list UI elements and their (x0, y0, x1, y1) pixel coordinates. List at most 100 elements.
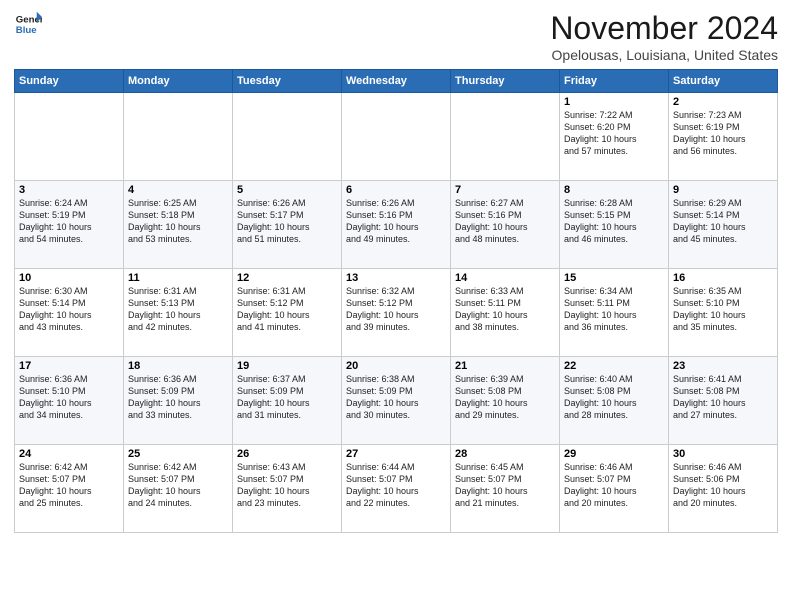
calendar-week-row: 24Sunrise: 6:42 AM Sunset: 5:07 PM Dayli… (15, 445, 778, 533)
calendar-cell: 24Sunrise: 6:42 AM Sunset: 5:07 PM Dayli… (15, 445, 124, 533)
day-info: Sunrise: 6:35 AM Sunset: 5:10 PM Dayligh… (673, 285, 773, 334)
calendar-cell: 25Sunrise: 6:42 AM Sunset: 5:07 PM Dayli… (124, 445, 233, 533)
day-of-week-header: Saturday (669, 70, 778, 93)
calendar-cell: 6Sunrise: 6:26 AM Sunset: 5:16 PM Daylig… (342, 181, 451, 269)
day-number: 8 (564, 184, 664, 196)
day-info: Sunrise: 6:31 AM Sunset: 5:12 PM Dayligh… (237, 285, 337, 334)
calendar-cell (342, 93, 451, 181)
header: General Blue General Blue November 2024 … (14, 10, 778, 63)
calendar-cell (124, 93, 233, 181)
day-info: Sunrise: 6:46 AM Sunset: 5:06 PM Dayligh… (673, 461, 773, 510)
day-info: Sunrise: 6:26 AM Sunset: 5:17 PM Dayligh… (237, 197, 337, 246)
day-info: Sunrise: 6:36 AM Sunset: 5:09 PM Dayligh… (128, 373, 228, 422)
day-number: 7 (455, 184, 555, 196)
day-info: Sunrise: 6:24 AM Sunset: 5:19 PM Dayligh… (19, 197, 119, 246)
calendar-cell: 3Sunrise: 6:24 AM Sunset: 5:19 PM Daylig… (15, 181, 124, 269)
calendar-cell: 22Sunrise: 6:40 AM Sunset: 5:08 PM Dayli… (560, 357, 669, 445)
day-number: 5 (237, 184, 337, 196)
calendar-week-row: 1Sunrise: 7:22 AM Sunset: 6:20 PM Daylig… (15, 93, 778, 181)
day-of-week-header: Monday (124, 70, 233, 93)
calendar-cell: 29Sunrise: 6:46 AM Sunset: 5:07 PM Dayli… (560, 445, 669, 533)
calendar-cell: 20Sunrise: 6:38 AM Sunset: 5:09 PM Dayli… (342, 357, 451, 445)
calendar-cell: 27Sunrise: 6:44 AM Sunset: 5:07 PM Dayli… (342, 445, 451, 533)
day-of-week-header: Friday (560, 70, 669, 93)
day-of-week-header: Sunday (15, 70, 124, 93)
day-info: Sunrise: 6:39 AM Sunset: 5:08 PM Dayligh… (455, 373, 555, 422)
day-number: 4 (128, 184, 228, 196)
calendar-cell: 7Sunrise: 6:27 AM Sunset: 5:16 PM Daylig… (451, 181, 560, 269)
day-number: 23 (673, 360, 773, 372)
day-info: Sunrise: 6:33 AM Sunset: 5:11 PM Dayligh… (455, 285, 555, 334)
day-of-week-header: Wednesday (342, 70, 451, 93)
title-block: November 2024 Opelousas, Louisiana, Unit… (550, 10, 778, 63)
day-of-week-header: Thursday (451, 70, 560, 93)
day-number: 18 (128, 360, 228, 372)
day-number: 29 (564, 448, 664, 460)
day-number: 1 (564, 96, 664, 108)
day-number: 30 (673, 448, 773, 460)
calendar-cell: 11Sunrise: 6:31 AM Sunset: 5:13 PM Dayli… (124, 269, 233, 357)
calendar-cell: 4Sunrise: 6:25 AM Sunset: 5:18 PM Daylig… (124, 181, 233, 269)
day-number: 12 (237, 272, 337, 284)
day-number: 14 (455, 272, 555, 284)
day-number: 9 (673, 184, 773, 196)
calendar-cell: 28Sunrise: 6:45 AM Sunset: 5:07 PM Dayli… (451, 445, 560, 533)
calendar-cell: 14Sunrise: 6:33 AM Sunset: 5:11 PM Dayli… (451, 269, 560, 357)
day-number: 25 (128, 448, 228, 460)
day-number: 22 (564, 360, 664, 372)
calendar-week-row: 3Sunrise: 6:24 AM Sunset: 5:19 PM Daylig… (15, 181, 778, 269)
calendar-cell: 26Sunrise: 6:43 AM Sunset: 5:07 PM Dayli… (233, 445, 342, 533)
day-number: 17 (19, 360, 119, 372)
calendar-cell (451, 93, 560, 181)
day-number: 3 (19, 184, 119, 196)
page: General Blue General Blue November 2024 … (0, 0, 792, 543)
day-info: Sunrise: 7:23 AM Sunset: 6:19 PM Dayligh… (673, 109, 773, 158)
calendar-cell: 23Sunrise: 6:41 AM Sunset: 5:08 PM Dayli… (669, 357, 778, 445)
day-info: Sunrise: 7:22 AM Sunset: 6:20 PM Dayligh… (564, 109, 664, 158)
calendar-cell: 12Sunrise: 6:31 AM Sunset: 5:12 PM Dayli… (233, 269, 342, 357)
calendar-cell: 1Sunrise: 7:22 AM Sunset: 6:20 PM Daylig… (560, 93, 669, 181)
day-number: 19 (237, 360, 337, 372)
day-number: 15 (564, 272, 664, 284)
day-info: Sunrise: 6:27 AM Sunset: 5:16 PM Dayligh… (455, 197, 555, 246)
calendar-cell: 8Sunrise: 6:28 AM Sunset: 5:15 PM Daylig… (560, 181, 669, 269)
day-info: Sunrise: 6:43 AM Sunset: 5:07 PM Dayligh… (237, 461, 337, 510)
subtitle: Opelousas, Louisiana, United States (550, 47, 778, 63)
day-number: 16 (673, 272, 773, 284)
day-info: Sunrise: 6:37 AM Sunset: 5:09 PM Dayligh… (237, 373, 337, 422)
calendar-cell: 17Sunrise: 6:36 AM Sunset: 5:10 PM Dayli… (15, 357, 124, 445)
calendar-week-row: 10Sunrise: 6:30 AM Sunset: 5:14 PM Dayli… (15, 269, 778, 357)
calendar-cell (233, 93, 342, 181)
day-number: 27 (346, 448, 446, 460)
day-of-week-header: Tuesday (233, 70, 342, 93)
day-header-row: SundayMondayTuesdayWednesdayThursdayFrid… (15, 70, 778, 93)
day-number: 11 (128, 272, 228, 284)
day-number: 28 (455, 448, 555, 460)
day-info: Sunrise: 6:44 AM Sunset: 5:07 PM Dayligh… (346, 461, 446, 510)
calendar-cell: 21Sunrise: 6:39 AM Sunset: 5:08 PM Dayli… (451, 357, 560, 445)
day-info: Sunrise: 6:40 AM Sunset: 5:08 PM Dayligh… (564, 373, 664, 422)
day-info: Sunrise: 6:46 AM Sunset: 5:07 PM Dayligh… (564, 461, 664, 510)
calendar-cell: 19Sunrise: 6:37 AM Sunset: 5:09 PM Dayli… (233, 357, 342, 445)
calendar-cell: 5Sunrise: 6:26 AM Sunset: 5:17 PM Daylig… (233, 181, 342, 269)
day-info: Sunrise: 6:28 AM Sunset: 5:15 PM Dayligh… (564, 197, 664, 246)
day-info: Sunrise: 6:38 AM Sunset: 5:09 PM Dayligh… (346, 373, 446, 422)
day-number: 2 (673, 96, 773, 108)
calendar-cell: 15Sunrise: 6:34 AM Sunset: 5:11 PM Dayli… (560, 269, 669, 357)
day-number: 21 (455, 360, 555, 372)
day-number: 20 (346, 360, 446, 372)
calendar: SundayMondayTuesdayWednesdayThursdayFrid… (14, 69, 778, 533)
day-number: 24 (19, 448, 119, 460)
calendar-cell: 18Sunrise: 6:36 AM Sunset: 5:09 PM Dayli… (124, 357, 233, 445)
logo: General Blue General Blue (14, 10, 42, 38)
calendar-cell (15, 93, 124, 181)
day-info: Sunrise: 6:34 AM Sunset: 5:11 PM Dayligh… (564, 285, 664, 334)
logo-icon: General Blue (14, 10, 42, 38)
day-number: 10 (19, 272, 119, 284)
day-info: Sunrise: 6:31 AM Sunset: 5:13 PM Dayligh… (128, 285, 228, 334)
calendar-cell: 10Sunrise: 6:30 AM Sunset: 5:14 PM Dayli… (15, 269, 124, 357)
day-number: 13 (346, 272, 446, 284)
day-number: 6 (346, 184, 446, 196)
calendar-cell: 16Sunrise: 6:35 AM Sunset: 5:10 PM Dayli… (669, 269, 778, 357)
calendar-cell: 2Sunrise: 7:23 AM Sunset: 6:19 PM Daylig… (669, 93, 778, 181)
